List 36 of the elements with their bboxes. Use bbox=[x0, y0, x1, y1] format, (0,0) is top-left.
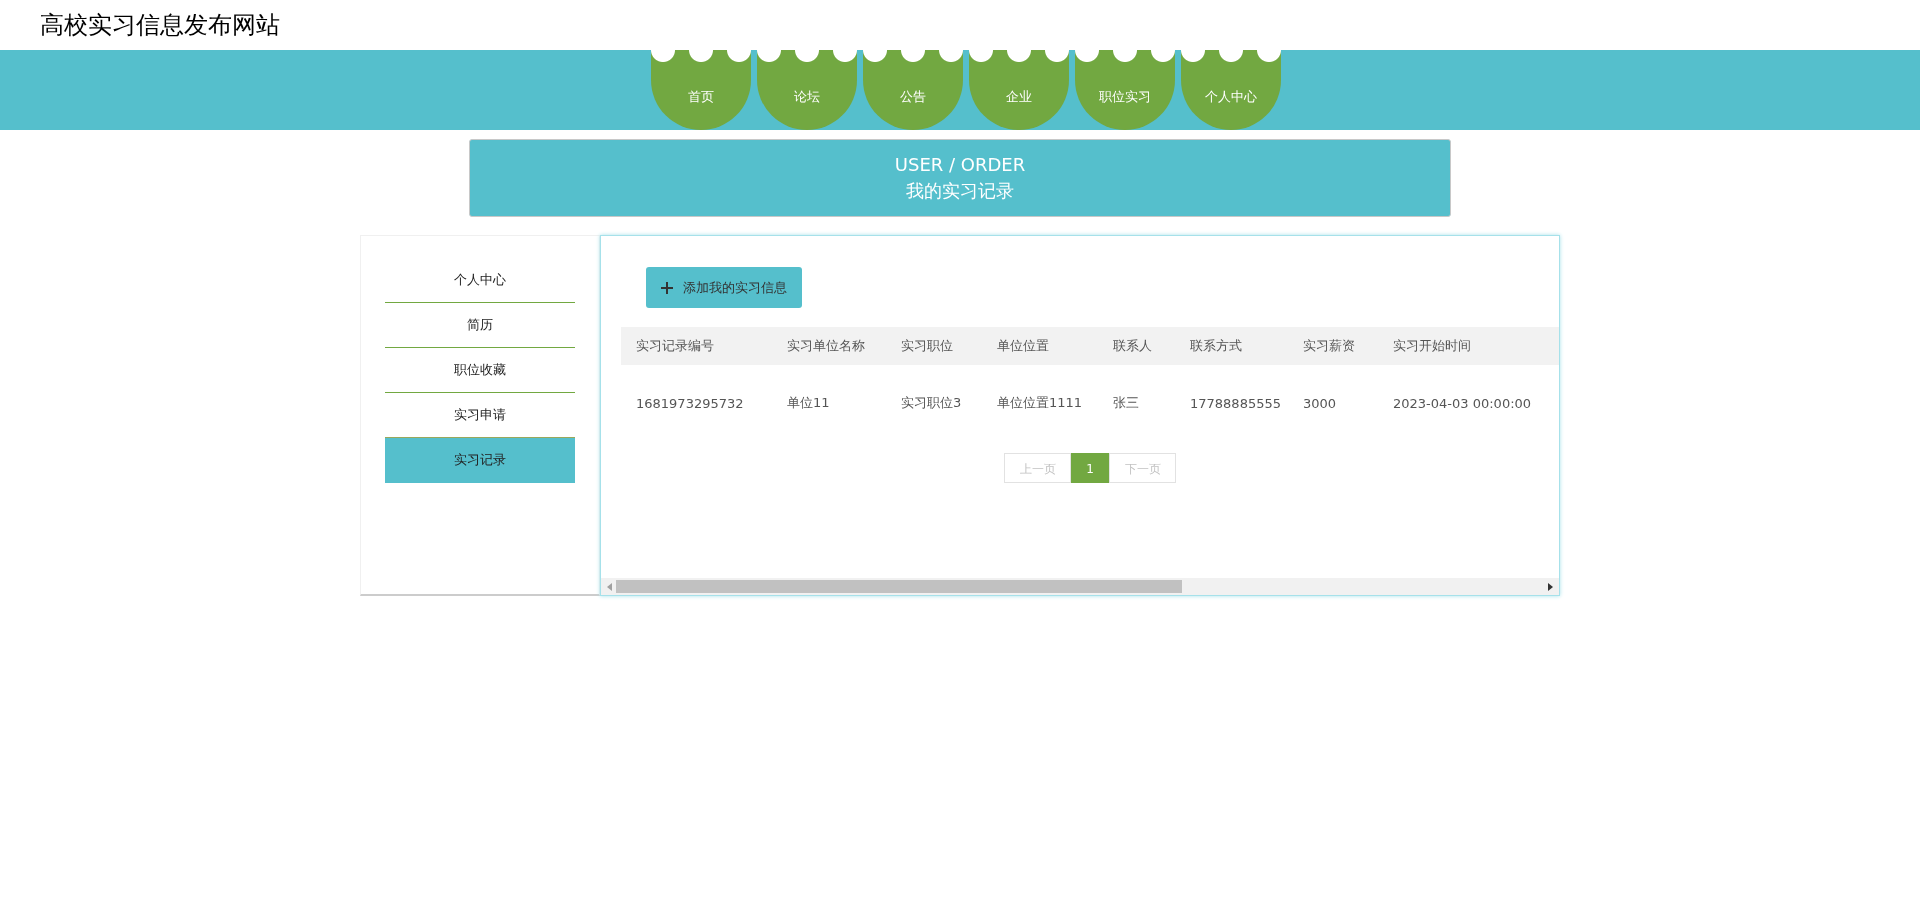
table-cell-text: 实习职位3 bbox=[900, 394, 963, 412]
scroll-right-icon[interactable] bbox=[1548, 582, 1553, 591]
page-number-button[interactable]: 1 bbox=[1071, 453, 1109, 483]
table-cell-text: 1681973295732 bbox=[635, 395, 745, 411]
nav-item[interactable]: 职位实习 bbox=[1075, 50, 1175, 130]
column-header: 实习薪资 bbox=[1302, 337, 1356, 355]
column-header: 实习记录编号 bbox=[635, 337, 715, 355]
add-button[interactable]: 添加我的实习信息 bbox=[646, 267, 802, 308]
banner-title: USER / ORDER bbox=[894, 153, 1026, 177]
table-cell-text: 2023-04-03 00:00:00 bbox=[1392, 395, 1533, 411]
plus-icon bbox=[661, 281, 673, 294]
table-cell-text: 17788885555 bbox=[1189, 395, 1282, 411]
table-cell-text: 单位位置1111 bbox=[996, 394, 1084, 412]
sidebar-item[interactable]: 简历 bbox=[385, 303, 575, 348]
column-header: 实习开始时间 bbox=[1392, 337, 1472, 355]
column-header: 实习单位名称 bbox=[786, 337, 866, 355]
nav-item[interactable]: 论坛 bbox=[757, 50, 857, 130]
sidebar-item[interactable]: 实习记录 bbox=[385, 438, 575, 483]
nav-item[interactable]: 个人中心 bbox=[1181, 50, 1281, 130]
column-header: 单位位置 bbox=[996, 337, 1050, 355]
column-header: 联系人 bbox=[1112, 337, 1153, 355]
nav-item[interactable]: 公告 bbox=[863, 50, 963, 130]
sidebar-item[interactable]: 职位收藏 bbox=[385, 348, 575, 393]
column-header: 实习职位 bbox=[900, 337, 954, 355]
site-title: 高校实习信息发布网站 bbox=[40, 10, 280, 41]
column-header: 联系方式 bbox=[1189, 337, 1243, 355]
scroll-left-icon[interactable] bbox=[607, 582, 612, 591]
horizontal-scrollbar[interactable] bbox=[601, 578, 1559, 595]
table-cell-text: 单位11 bbox=[786, 394, 831, 412]
sidebar-item[interactable]: 个人中心 bbox=[385, 258, 575, 303]
nav-item[interactable]: 首页 bbox=[651, 50, 751, 130]
scrollbar-thumb[interactable] bbox=[616, 580, 1183, 593]
banner-subtitle: 我的实习记录 bbox=[906, 179, 1014, 203]
table-cell-text: 3000 bbox=[1302, 395, 1338, 411]
table-cell-text: 张三 bbox=[1112, 394, 1140, 412]
nav-item[interactable]: 企业 bbox=[969, 50, 1069, 130]
